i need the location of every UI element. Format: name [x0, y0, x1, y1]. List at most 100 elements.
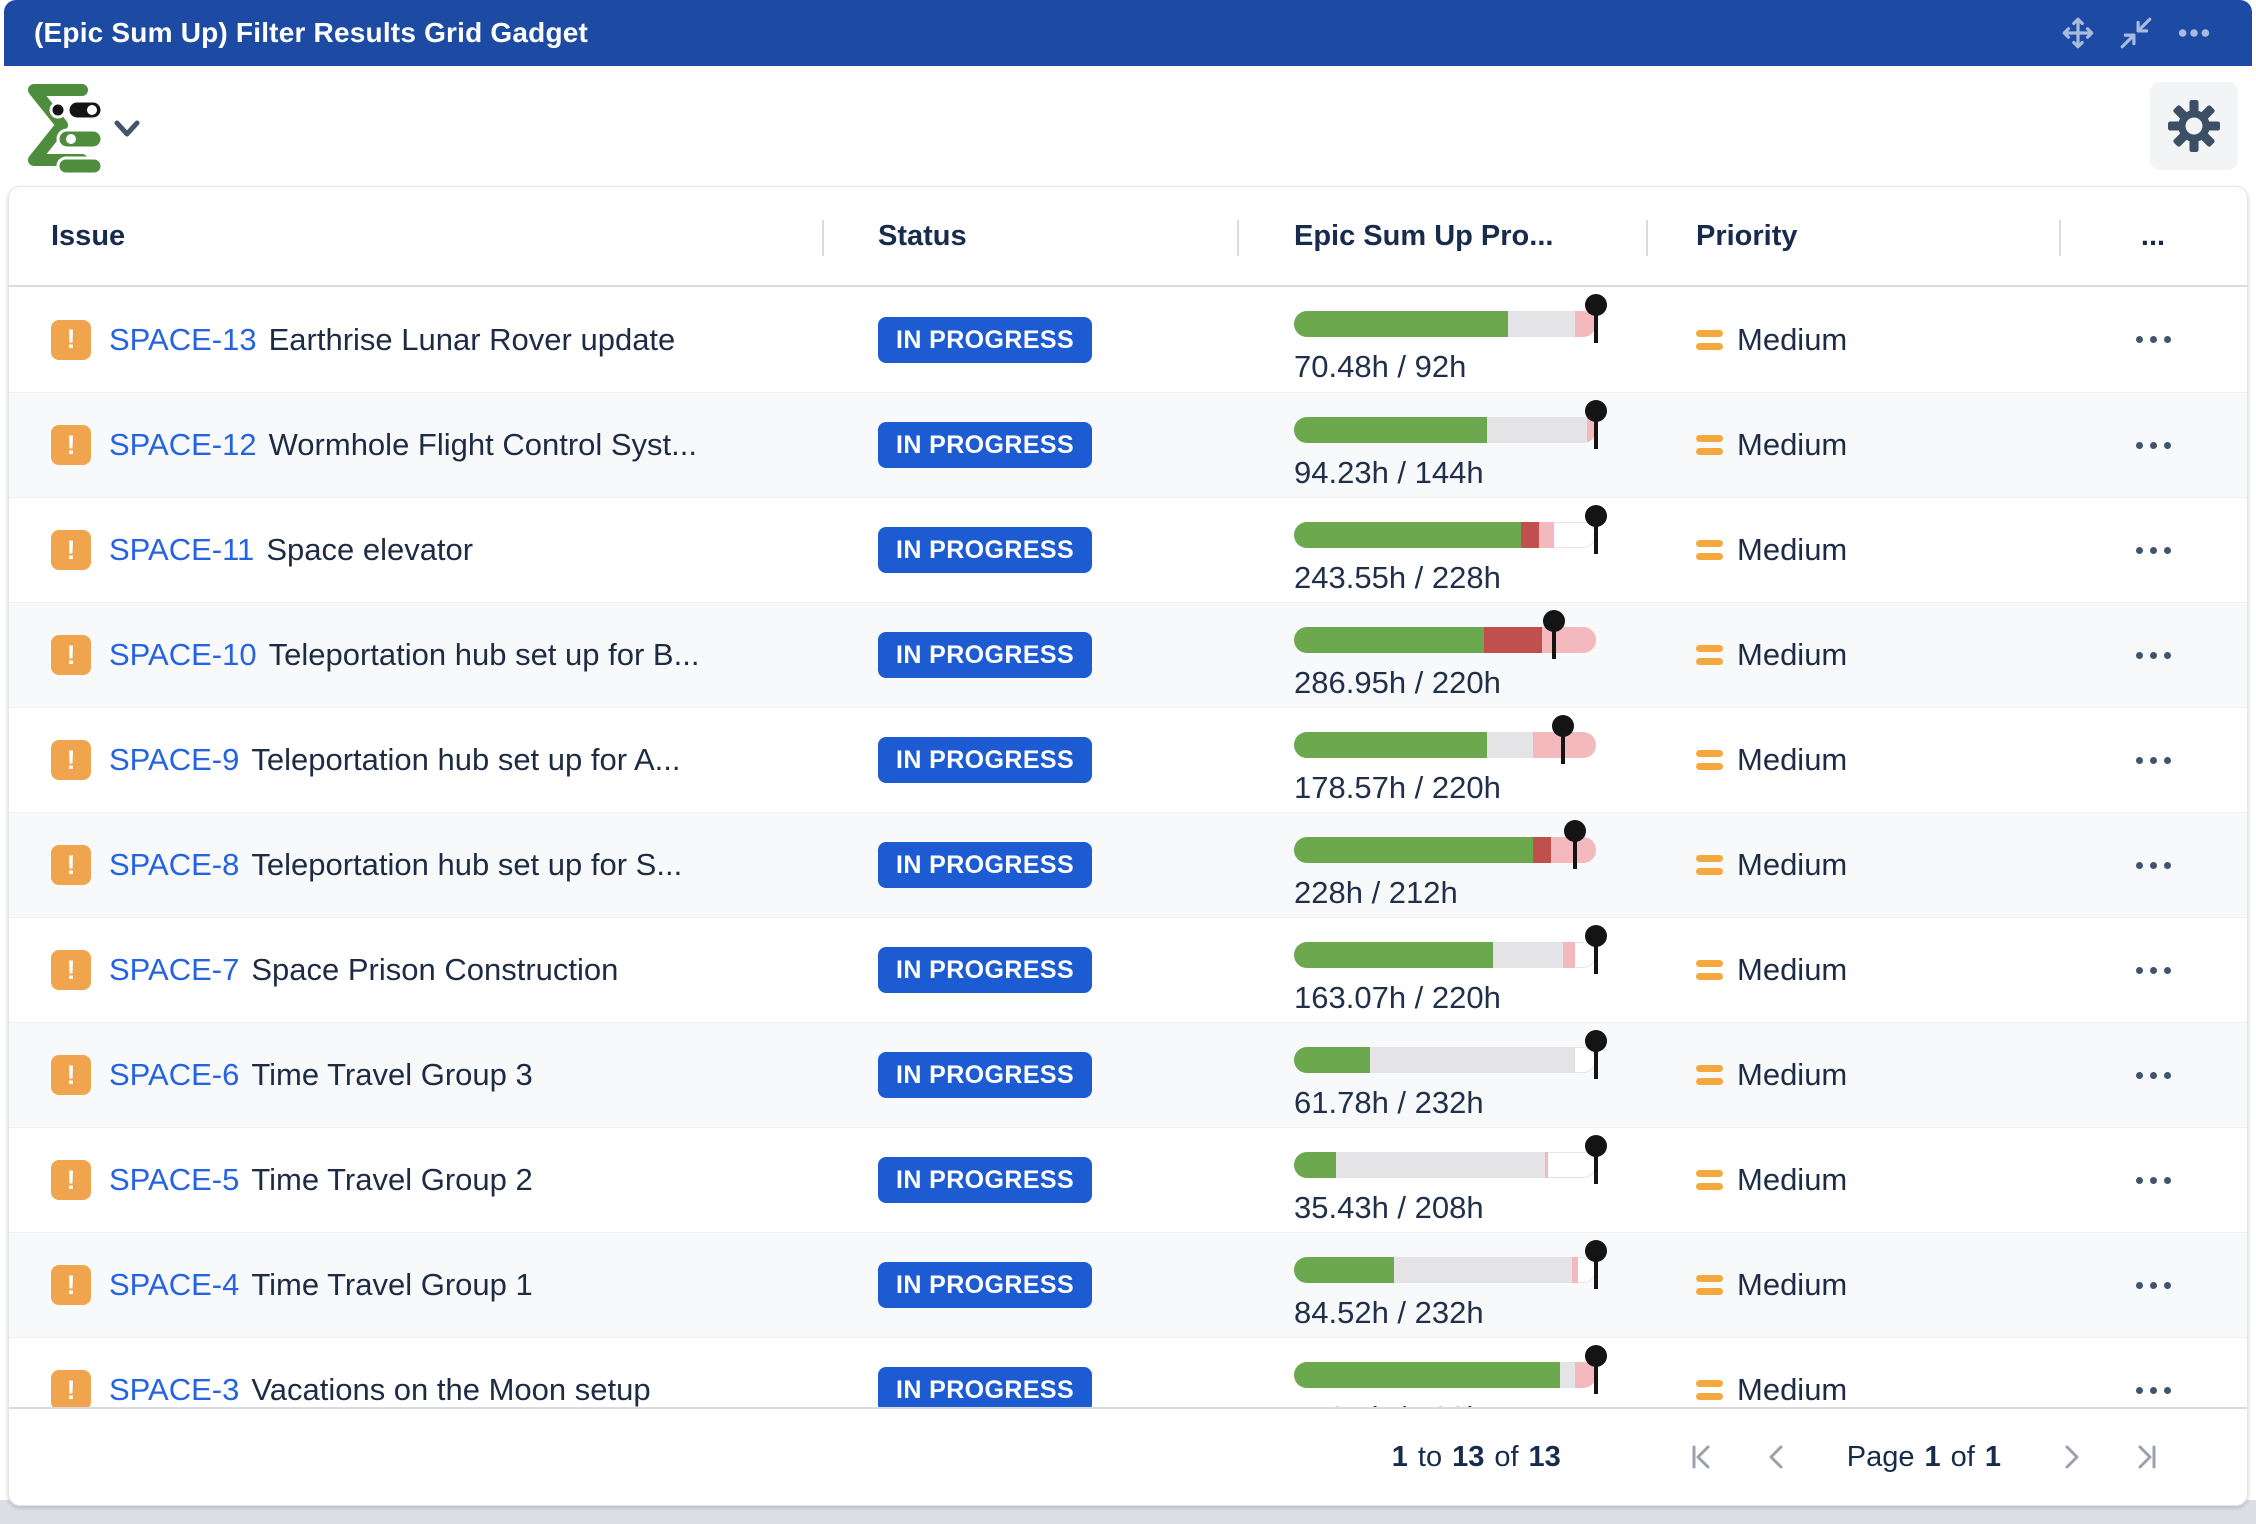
gadget-title-bar: (Epic Sum Up) Filter Results Grid Gadget	[4, 0, 2252, 66]
progress-cell: 70.48h / 92h	[1237, 287, 1646, 392]
status-badge[interactable]: IN PROGRESS	[878, 1052, 1092, 1098]
row-actions-button[interactable]	[2128, 743, 2179, 778]
issue-key-link[interactable]: SPACE-3	[109, 1372, 239, 1408]
status-badge[interactable]: IN PROGRESS	[878, 947, 1092, 993]
priority-label: Medium	[1737, 1057, 1847, 1093]
actions-cell	[2059, 918, 2247, 1022]
estimate-pin-stem	[1573, 838, 1577, 869]
column-header-status[interactable]: Status	[822, 187, 1237, 285]
footer-text-part: 1	[1392, 1441, 1408, 1474]
footer-text-part: 1	[1925, 1441, 1941, 1474]
status-cell: IN PROGRESS	[822, 498, 1237, 602]
priority-cell: Medium	[1646, 603, 2059, 707]
prev-page-icon[interactable]	[1757, 1437, 1797, 1477]
row-actions-button[interactable]	[2128, 1163, 2179, 1198]
row-actions-button[interactable]	[2128, 1058, 2179, 1093]
priority-cell: Medium	[1646, 813, 2059, 917]
status-badge[interactable]: IN PROGRESS	[878, 527, 1092, 573]
progress-block: 178.57h / 220h	[1294, 732, 1596, 806]
row-actions-button[interactable]	[2128, 533, 2179, 568]
row-actions-button[interactable]	[2128, 428, 2179, 463]
issue-key-link[interactable]: SPACE-11	[109, 532, 254, 568]
progress-segment-gray	[1508, 311, 1574, 337]
issue-row: !SPACE-13Earthrise Lunar Rover updateIN …	[9, 287, 2247, 392]
row-actions-button[interactable]	[2128, 953, 2179, 988]
collapse-icon[interactable]	[2118, 15, 2154, 51]
status-cell: IN PROGRESS	[822, 603, 1237, 707]
row-actions-button[interactable]	[2128, 848, 2179, 883]
issue-key-link[interactable]: SPACE-8	[109, 847, 239, 883]
table-body: !SPACE-13Earthrise Lunar Rover updateIN …	[9, 287, 2247, 1409]
issue-key-link[interactable]: SPACE-5	[109, 1162, 239, 1198]
row-actions-button[interactable]	[2128, 1268, 2179, 1303]
last-page-icon[interactable]	[2127, 1437, 2167, 1477]
gadget-title: (Epic Sum Up) Filter Results Grid Gadget	[4, 17, 588, 49]
next-page-icon[interactable]	[2051, 1437, 2091, 1477]
issue-key-link[interactable]: SPACE-12	[109, 427, 257, 463]
dot	[2136, 442, 2143, 449]
ellipsis-icon[interactable]	[2176, 15, 2212, 51]
progress-segment-green	[1294, 942, 1493, 968]
dot	[2164, 967, 2171, 974]
status-badge[interactable]: IN PROGRESS	[878, 1157, 1092, 1203]
issue-key-link[interactable]: SPACE-9	[109, 742, 239, 778]
status-badge[interactable]: IN PROGRESS	[878, 1262, 1092, 1308]
page-indicator-text: Page1of1	[1847, 1441, 2001, 1474]
results-range-text: 1to13of13	[1392, 1441, 1561, 1474]
dot	[2136, 1177, 2143, 1184]
issue-summary: Time Travel Group 3	[251, 1057, 532, 1093]
progress-bar-segments	[1294, 942, 1596, 968]
row-actions-button[interactable]	[2128, 638, 2179, 673]
priority-bar	[1696, 855, 1723, 862]
first-page-icon[interactable]	[1681, 1437, 1721, 1477]
priority-bar	[1696, 1065, 1723, 1072]
footer-text-part: 13	[1529, 1441, 1561, 1474]
dot	[2164, 1177, 2171, 1184]
dot	[2164, 336, 2171, 343]
priority-bar	[1696, 973, 1723, 980]
status-badge[interactable]: IN PROGRESS	[878, 317, 1092, 363]
issue-key-link[interactable]: SPACE-6	[109, 1057, 239, 1093]
priority-cell: Medium	[1646, 1128, 2059, 1232]
dot	[2150, 862, 2157, 869]
progress-cell: 178.57h / 220h	[1237, 708, 1646, 812]
priority-bar	[1696, 763, 1723, 770]
row-actions-button[interactable]	[2128, 1373, 2179, 1408]
status-badge[interactable]: IN PROGRESS	[878, 1367, 1092, 1409]
footer-text-part: 13	[1452, 1441, 1484, 1474]
status-badge[interactable]: IN PROGRESS	[878, 842, 1092, 888]
table-header-row: Issue Status Epic Sum Up Pro... Priority…	[9, 187, 2247, 287]
gear-icon[interactable]	[2150, 82, 2238, 170]
progress-bar	[1294, 627, 1596, 653]
actions-cell	[2059, 1233, 2247, 1337]
estimate-pin-stem	[1594, 312, 1598, 343]
chevron-down-icon[interactable]	[112, 118, 142, 145]
issue-key-link[interactable]: SPACE-4	[109, 1267, 239, 1303]
status-badge[interactable]: IN PROGRESS	[878, 422, 1092, 468]
dot	[2136, 652, 2143, 659]
column-header-epic-sum-up-progress[interactable]: Epic Sum Up Pro...	[1237, 187, 1646, 285]
status-cell: IN PROGRESS	[822, 813, 1237, 917]
actions-cell	[2059, 393, 2247, 497]
issue-type-icon: !	[51, 740, 91, 780]
progress-hours-text: 163.07h / 220h	[1294, 980, 1596, 1016]
priority-medium-icon	[1696, 960, 1723, 980]
column-header-priority[interactable]: Priority	[1646, 187, 2059, 285]
dot	[2164, 442, 2171, 449]
move-icon[interactable]	[2060, 15, 2096, 51]
priority-cell: Medium	[1646, 708, 2059, 812]
issue-key-link[interactable]: SPACE-7	[109, 952, 239, 988]
progress-segment-gray	[1487, 732, 1532, 758]
priority-bar	[1696, 330, 1723, 337]
row-actions-button[interactable]	[2128, 322, 2179, 357]
actions-cell	[2059, 1338, 2247, 1409]
status-badge[interactable]: IN PROGRESS	[878, 737, 1092, 783]
issue-key-link[interactable]: SPACE-13	[109, 322, 257, 358]
status-badge[interactable]: IN PROGRESS	[878, 632, 1092, 678]
pagination-footer: 1to13of13 Page1of1	[9, 1407, 2247, 1505]
column-header-actions[interactable]: ...	[2059, 187, 2247, 285]
actions-cell	[2059, 603, 2247, 707]
issue-type-icon: !	[51, 1055, 91, 1095]
issue-key-link[interactable]: SPACE-10	[109, 637, 257, 673]
column-header-issue[interactable]: Issue	[9, 187, 822, 285]
